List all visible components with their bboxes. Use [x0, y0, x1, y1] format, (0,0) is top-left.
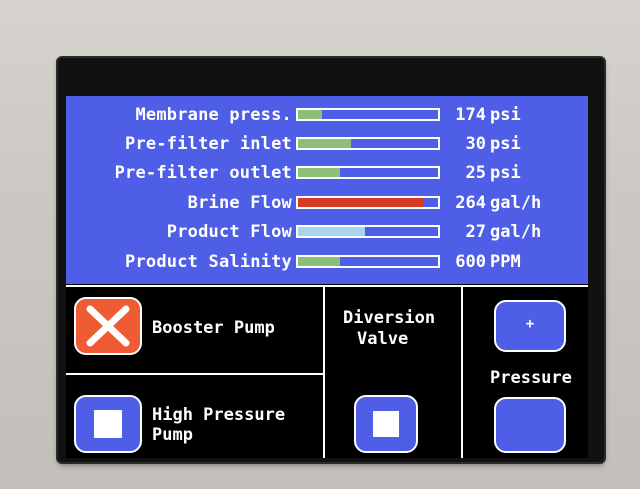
high-pressure-pump-label-line1: High Pressure — [152, 405, 286, 425]
status-value: 600 — [455, 252, 486, 272]
status-row-prefilter-outlet: Pre-filter outlet 25 psi — [66, 162, 588, 184]
status-value: 264 — [455, 193, 486, 213]
diversion-valve-label-line1: Diversion — [343, 308, 436, 328]
divider — [66, 373, 323, 375]
status-bar — [296, 108, 440, 121]
high-pressure-pump-label-line2: Pump — [152, 425, 193, 445]
status-unit: psi — [490, 134, 521, 154]
status-bar — [296, 137, 440, 150]
status-bar-fill — [298, 110, 322, 119]
status-bar — [296, 255, 440, 268]
status-label: Product Salinity — [125, 252, 292, 272]
plus-icon: + — [525, 316, 535, 332]
status-unit: gal/h — [490, 222, 542, 242]
status-value: 174 — [455, 105, 486, 125]
stop-square-icon — [373, 411, 399, 437]
status-bar-fill — [298, 227, 366, 236]
stop-square-icon — [94, 410, 122, 438]
status-row-product-flow: Product Flow 27 gal/h — [66, 221, 588, 243]
status-label: Brine Flow — [187, 193, 292, 213]
status-bar-fill — [298, 168, 340, 177]
status-row-prefilter-inlet: Pre-filter inlet 30 psi — [66, 133, 588, 155]
status-bar — [296, 166, 440, 179]
status-panel: Membrane press. 174 psi Pre-filter inlet… — [66, 96, 588, 284]
diversion-valve-label-line2: Valve — [357, 329, 409, 349]
close-icon — [86, 305, 130, 347]
status-unit: psi — [490, 105, 521, 125]
status-unit: psi — [490, 163, 521, 183]
booster-pump-label: Booster Pump — [152, 318, 275, 338]
status-label: Product Flow — [166, 222, 292, 242]
booster-pump-toggle-button[interactable] — [74, 297, 142, 355]
status-bar-fill — [298, 257, 340, 266]
pressure-decrease-button[interactable] — [494, 397, 566, 453]
pressure-increase-button[interactable]: + — [494, 300, 566, 352]
divider — [66, 285, 588, 287]
status-label: Pre-filter inlet — [125, 134, 292, 154]
status-bar-fill — [298, 198, 424, 207]
divider — [323, 285, 325, 458]
status-bar — [296, 196, 440, 209]
status-value: 27 — [465, 222, 486, 242]
pressure-label: Pressure — [490, 368, 572, 388]
status-row-brine-flow: Brine Flow 264 gal/h — [66, 192, 588, 214]
status-label: Pre-filter outlet — [114, 163, 292, 183]
status-value: 25 — [465, 163, 486, 183]
status-row-membrane-pressure: Membrane press. 174 psi — [66, 104, 588, 126]
status-bar-fill — [298, 139, 352, 148]
high-pressure-pump-toggle-button[interactable] — [74, 395, 142, 453]
diversion-valve-toggle-button[interactable] — [354, 395, 418, 453]
divider — [461, 285, 463, 458]
touch-screen: Membrane press. 174 psi Pre-filter inlet… — [66, 96, 588, 458]
status-row-product-salinity: Product Salinity 600 PPM — [66, 251, 588, 273]
status-bar — [296, 225, 440, 238]
status-unit: gal/h — [490, 193, 542, 213]
status-value: 30 — [465, 134, 486, 154]
status-unit: PPM — [490, 252, 521, 272]
status-label: Membrane press. — [135, 105, 292, 125]
